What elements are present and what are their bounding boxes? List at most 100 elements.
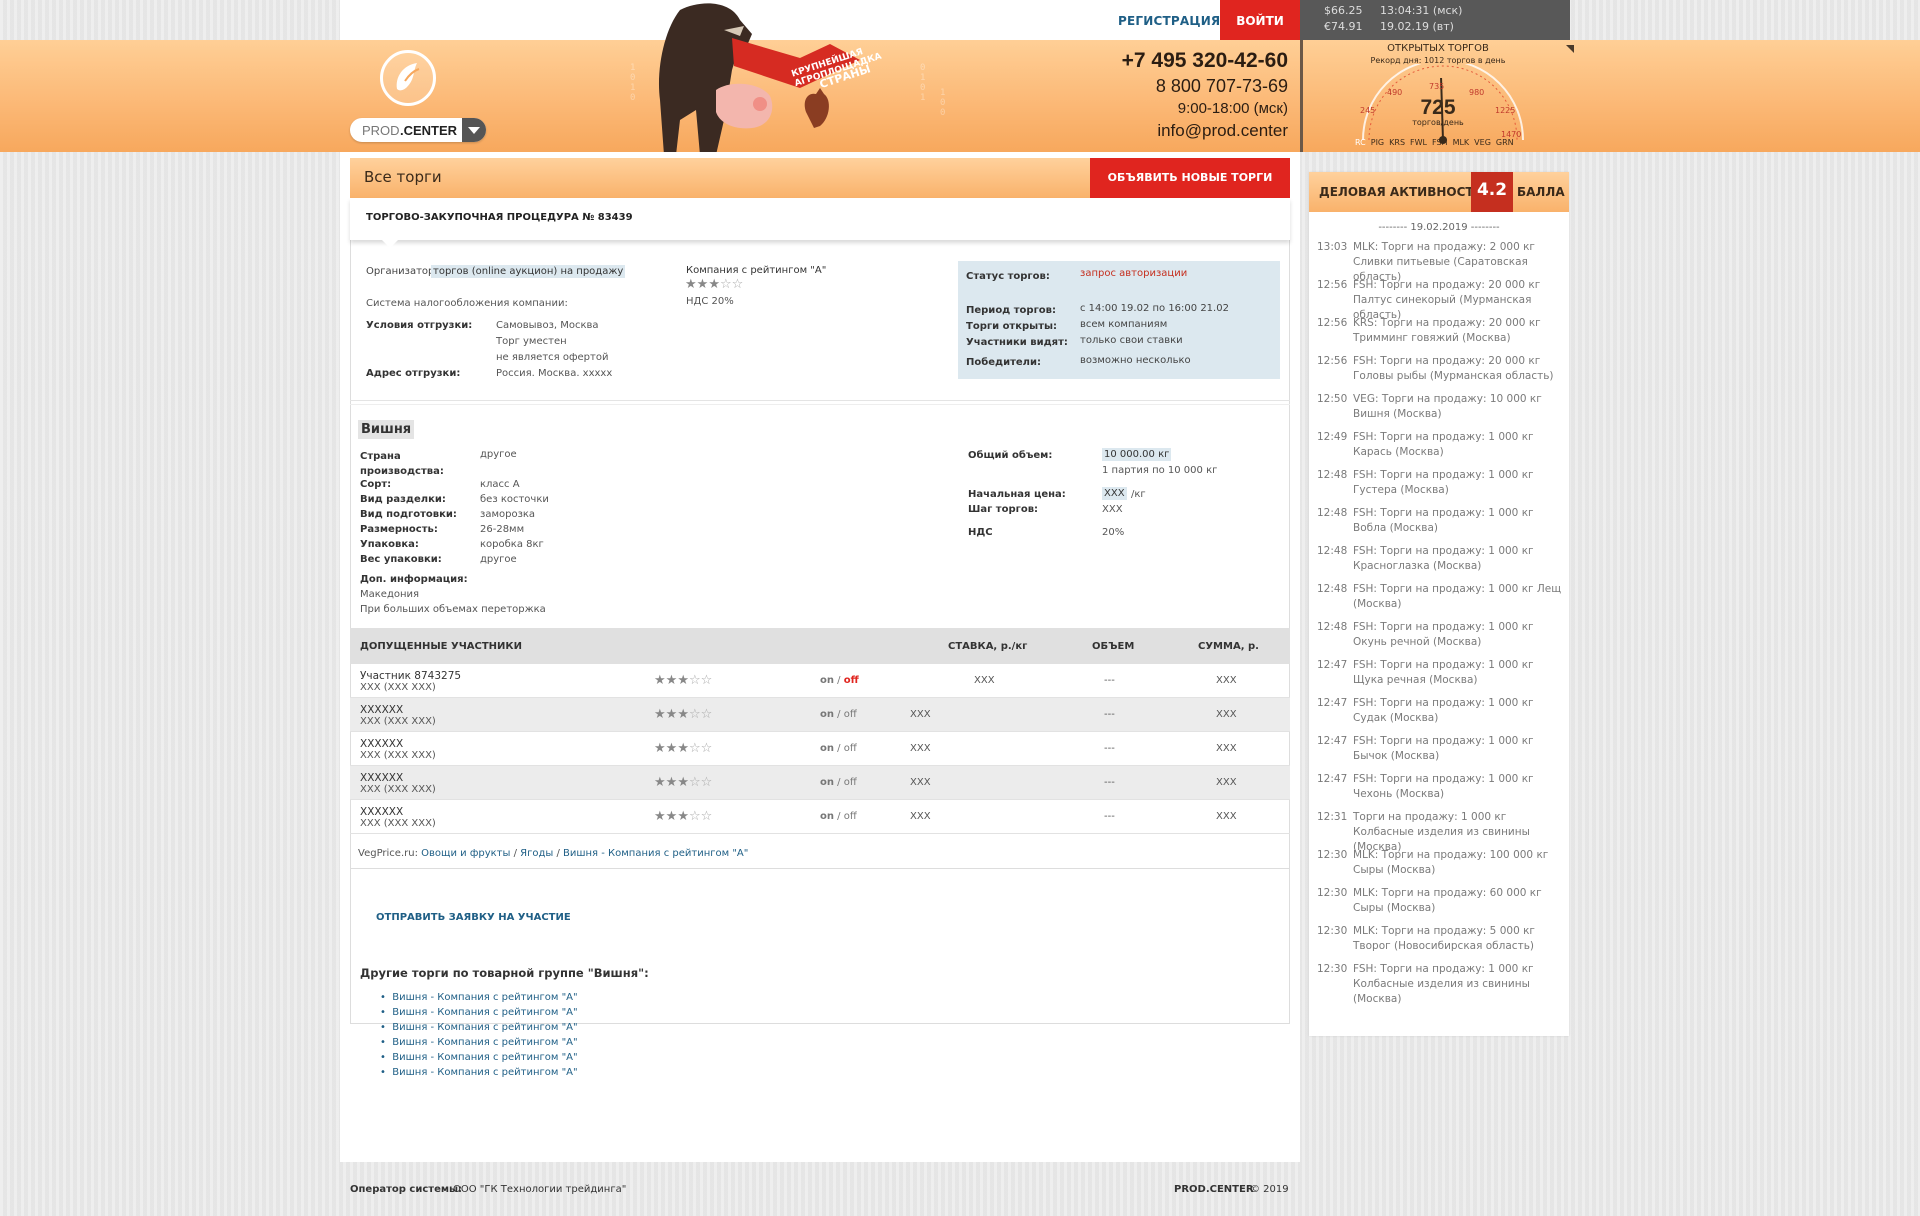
feed-item[interactable]: 12:56 KRS: Торги на продажу: 20 000 кг Тр… — [1317, 316, 1567, 346]
feed-item[interactable]: 12:48 FSH: Торги на продажу: 1 000 кг Воб… — [1317, 506, 1567, 536]
feed-item[interactable]: 12:30 MLK: Торги на продажу: 100 000 кг С… — [1317, 848, 1567, 878]
other-auction-link[interactable]: Вишня - Компания с рейтингом "А" — [392, 992, 577, 1003]
bullet-icon: • — [380, 1052, 386, 1063]
other-auction-link[interactable]: Вишня - Компания с рейтингом "А" — [392, 1037, 577, 1048]
feed-item[interactable]: 12:30 MLK: Торги на продажу: 60 000 кг Сы… — [1317, 886, 1567, 916]
other-auction-link[interactable]: Вишня - Компания с рейтингом "А" — [392, 1022, 577, 1033]
feed-item[interactable]: 12:47 FSH: Торги на продажу: 1 000 кг Чех… — [1317, 772, 1567, 802]
activity-score: 4.2 — [1471, 172, 1513, 212]
feed-item[interactable]: 12:48 FSH: Торги на продажу: 1 000 кг Гус… — [1317, 468, 1567, 498]
other-auction-link[interactable]: Вишня - Компания с рейтингом "А" — [392, 1007, 577, 1018]
star-filled-icon: ★ — [654, 809, 666, 824]
period-label: Период торгов: — [966, 305, 1056, 316]
corner-arrow-icon[interactable] — [1566, 45, 1574, 53]
eur-rate: €74.91 — [1324, 20, 1363, 33]
feed-item[interactable]: 12:47 FSH: Торги на продажу: 1 000 кг Суд… — [1317, 696, 1567, 726]
gauge-category[interactable]: VEG — [1474, 138, 1491, 147]
open-value: всем компаниям — [1080, 319, 1168, 330]
breadcrumb-link[interactable]: Ягоды — [520, 848, 553, 859]
feed-text: FSH: Торги на продажу: 1 000 кг Вобла (М… — [1353, 507, 1534, 534]
participants-table-header: ДОПУЩЕННЫЕ УЧАСТНИКИ СТАВКА, р./кг ОБЪЕМ… — [350, 628, 1290, 664]
participant-volume: --- — [1104, 743, 1115, 754]
logo-icon[interactable] — [380, 50, 436, 106]
register-link[interactable]: РЕГИСТРАЦИЯ — [1118, 14, 1220, 28]
feed-item[interactable]: 12:47 FSH: Торги на продажу: 1 000 кг Быч… — [1317, 734, 1567, 764]
participant-sum: XXX — [1216, 709, 1237, 720]
phone-secondary[interactable]: 8 800 707-73-69 — [1122, 74, 1288, 98]
star-empty-icon: ☆ — [700, 775, 713, 790]
participant-volume: --- — [1104, 709, 1115, 720]
online-status: on / off — [820, 675, 859, 686]
feed-text: FSH: Торги на продажу: 1 000 кг Чехонь (… — [1353, 773, 1534, 800]
participant-name: XXXXXX — [360, 704, 404, 716]
activity-sidebar: ДЕЛОВАЯ АКТИВНОСТЬ 4.2 БАЛЛА -------- 19… — [1309, 172, 1569, 1036]
prop-value: другое — [480, 554, 517, 565]
breadcrumb-separator: / — [510, 848, 521, 859]
gauge-category[interactable]: RC — [1355, 138, 1366, 147]
login-button[interactable]: ВОЙТИ — [1220, 0, 1300, 40]
step-value: XXX — [1102, 504, 1123, 515]
tax-label: Система налогообложения компании: — [366, 298, 568, 309]
price-value: XXX — [1102, 487, 1127, 500]
feed-item[interactable]: 12:31 Торги на продажу: 1 000 кг Колбасны… — [1317, 810, 1567, 853]
online-sep: / — [834, 675, 844, 686]
phone-primary[interactable]: +7 495 320-42-60 — [1122, 48, 1288, 74]
star-filled-icon: ★ — [654, 775, 666, 790]
gauge-category[interactable]: FSH — [1432, 138, 1448, 147]
feed-item[interactable]: 12:56 FSH: Торги на продажу: 20 000 кг Па… — [1317, 278, 1567, 321]
apply-button[interactable]: ОТПРАВИТЬ ЗАЯВКУ НА УЧАСТИЕ — [376, 912, 571, 923]
feed-time: 12:56 — [1317, 317, 1348, 329]
prop-label: Сорт: — [360, 479, 392, 490]
divider — [350, 868, 1290, 869]
feed-text: FSH: Торги на продажу: 1 000 кг Колбасны… — [1353, 963, 1534, 1005]
other-auction-link[interactable]: Вишня - Компания с рейтингом "А" — [392, 1067, 577, 1078]
gauge-category[interactable]: PIG — [1371, 138, 1384, 147]
other-auctions-list: • Вишня - Компания с рейтингом "А" • Вишн… — [380, 990, 578, 1080]
feed-time: 13:03 — [1317, 241, 1348, 253]
participant-rating-stars: ★★★☆☆ — [654, 673, 712, 688]
feed-item[interactable]: 12:50 VEG: Торги на продажу: 10 000 кг Ви… — [1317, 392, 1567, 422]
feed-item[interactable]: 12:48 FSH: Торги на продажу: 1 000 кг Лещ… — [1317, 582, 1567, 612]
star-filled-icon: ★ — [696, 277, 709, 292]
breadcrumb: VegPrice.ru: Овощи и фрукты / Ягоды / Ви… — [358, 848, 748, 859]
gauge-category[interactable]: KRS — [1389, 138, 1405, 147]
status-panel: Статус торгов: запрос авторизации Период… — [958, 261, 1280, 379]
feed-time: 12:48 — [1317, 545, 1348, 557]
breadcrumb-link[interactable]: Овощи и фрукты — [421, 848, 510, 859]
other-auction-link[interactable]: Вишня - Компания с рейтингом "А" — [392, 1052, 577, 1063]
feed-date: -------- 19.02.2019 -------- — [1378, 222, 1500, 233]
gauge-category[interactable]: GRN — [1496, 138, 1514, 147]
extra-info-label: Доп. информация: — [360, 574, 468, 585]
online-on: on — [820, 709, 834, 720]
bullet-icon: • — [380, 1037, 386, 1048]
svg-text:0: 0 — [940, 108, 945, 118]
feed-text: FSH: Торги на продажу: 1 000 кг Лещ (Мос… — [1353, 583, 1562, 610]
feed-text: FSH: Торги на продажу: 1 000 кг Судак (М… — [1353, 697, 1534, 724]
email-link[interactable]: info@prod.center — [1122, 120, 1288, 142]
feed-item[interactable]: 12:30 MLK: Торги на продажу: 5 000 кг Тво… — [1317, 924, 1567, 954]
breadcrumb-link[interactable]: Вишня - Компания с рейтингом "А" — [563, 848, 748, 859]
feed-item[interactable]: 12:56 FSH: Торги на продажу: 20 000 кг Го… — [1317, 354, 1567, 384]
feed-item[interactable]: 12:48 FSH: Торги на продажу: 1 000 кг Кра… — [1317, 544, 1567, 574]
main-content: Все торги ОБЪЯВИТЬ НОВЫЕ ТОРГИ ТОРГОВО-З… — [340, 152, 1300, 1162]
new-auction-button[interactable]: ОБЪЯВИТЬ НОВЫЕ ТОРГИ — [1090, 158, 1290, 198]
feed-item[interactable]: 12:47 FSH: Торги на продажу: 1 000 кг Щук… — [1317, 658, 1567, 688]
gauge-category[interactable]: FWL — [1410, 138, 1427, 147]
feed-item[interactable]: 13:03 MLK: Торги на продажу: 2 000 кг Сли… — [1317, 240, 1567, 283]
company-vat: НДС 20% — [686, 296, 734, 307]
feed-item[interactable]: 12:48 FSH: Торги на продажу: 1 000 кг Оку… — [1317, 620, 1567, 650]
see-value: только свои ставки — [1080, 335, 1183, 346]
prop-value: без косточки — [480, 494, 549, 505]
banner-animals-illustration: 1010 0101 100 — [630, 3, 945, 152]
star-filled-icon: ★ — [677, 673, 689, 688]
gauge-categories: RC PIG KRS FWL FSH MLK VEG GRN — [1355, 138, 1535, 147]
logo-switcher[interactable]: PROD .CENTER — [350, 118, 486, 142]
online-sep: / — [834, 811, 844, 822]
star-filled-icon: ★ — [654, 673, 666, 688]
col-participants: ДОПУЩЕННЫЕ УЧАСТНИКИ — [360, 641, 522, 652]
feed-item[interactable]: 12:49 FSH: Торги на продажу: 1 000 кг Кар… — [1317, 430, 1567, 460]
feed-item[interactable]: 12:30 FSH: Торги на продажу: 1 000 кг Кол… — [1317, 962, 1567, 1005]
operator-label: Оператор системы: — [350, 1184, 463, 1195]
gauge-category[interactable]: MLK — [1453, 138, 1470, 147]
breadcrumb-site: VegPrice.ru: — [358, 848, 418, 859]
